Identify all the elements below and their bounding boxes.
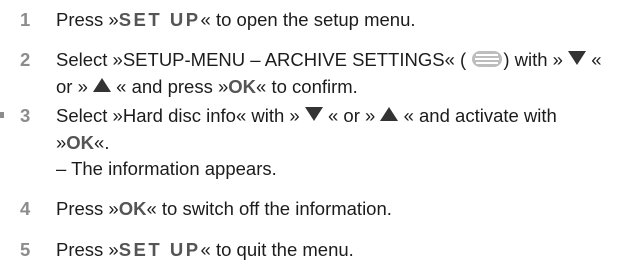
text-pre: Select »SETUP-MENU – ARCHIVE SETTINGS« (	[56, 49, 467, 70]
step-text: or » « and press »OK« to confirm.	[56, 73, 616, 100]
text-post: «	[591, 49, 602, 70]
step-number: 2	[20, 49, 31, 70]
ok-key-label: OK	[66, 132, 95, 153]
archive-settings-icon	[472, 51, 503, 67]
text-pre: »	[56, 132, 67, 153]
step-text: »OK«.	[56, 129, 616, 156]
step-text: Select »SETUP-MENU – ARCHIVE SETTINGS« (…	[56, 46, 616, 73]
margin-marker	[0, 112, 4, 118]
step-number: 4	[20, 198, 31, 219]
text-pre: or »	[56, 76, 88, 97]
text-post: « to switch off the information.	[146, 198, 392, 219]
setup-key-label: SET UP	[118, 239, 201, 260]
down-arrow-icon	[568, 51, 587, 65]
up-arrow-icon	[93, 78, 112, 92]
text-pre: Press »	[56, 9, 119, 30]
step-text: Press »SET UP« to open the setup menu.	[56, 6, 616, 33]
up-arrow-icon	[380, 107, 399, 121]
step-text: Select »Hard disc info« with » « or » « …	[56, 102, 616, 129]
step-text: Press »SET UP« to quit the menu.	[56, 236, 616, 263]
text-pre: Press »	[56, 198, 119, 219]
text-mid: ) with »	[503, 49, 563, 70]
text-post: «.	[94, 132, 110, 153]
ok-key-label: OK	[228, 76, 257, 97]
text-post: « to confirm.	[256, 76, 358, 97]
text-mid: « and press »	[116, 76, 229, 97]
ok-key-label: OK	[118, 198, 147, 219]
text-pre: Press »	[56, 239, 119, 260]
text-post: « to quit the menu.	[200, 239, 354, 260]
text-pre: Select »Hard disc info« with »	[56, 105, 300, 126]
text-mid: « or »	[328, 105, 376, 126]
step-text: Press »OK« to switch off the information…	[56, 195, 616, 222]
step-number: 1	[20, 9, 31, 30]
down-arrow-icon	[304, 107, 323, 121]
setup-key-label: SET UP	[118, 9, 201, 30]
text-post: « and activate with	[403, 105, 557, 126]
step-number: 3	[20, 105, 31, 126]
step-result: – The information appears.	[56, 158, 277, 179]
text-post: « to open the setup menu.	[200, 9, 416, 30]
step-number: 5	[20, 239, 31, 260]
